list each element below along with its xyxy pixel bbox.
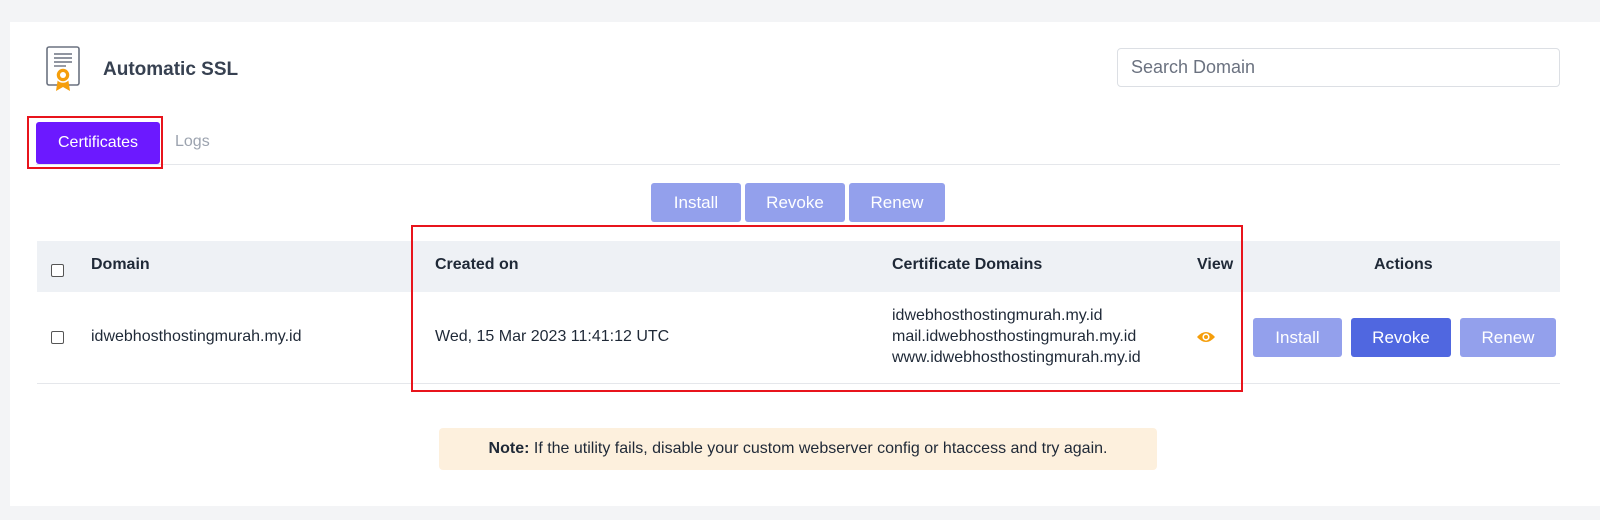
tab-certificates[interactable]: Certificates: [36, 122, 160, 164]
row-certificate-domain-3: www.idwebhosthostingmurah.my.id: [892, 349, 1141, 366]
column-header-created-on: Created on: [435, 256, 519, 273]
column-header-domain: Domain: [91, 256, 150, 273]
page-title: Automatic SSL: [103, 59, 239, 80]
row-created-on: Wed, 15 Mar 2023 11:41:12 UTC: [435, 328, 670, 345]
eye-icon[interactable]: [1196, 329, 1216, 345]
note-text: If the utility fails, disable your custo…: [529, 440, 1108, 457]
column-header-view: View: [1197, 256, 1234, 273]
select-all-checkbox[interactable]: [51, 264, 64, 277]
note-label: Note:: [488, 440, 530, 457]
row-divider: [37, 383, 1560, 384]
table-header: [37, 241, 1560, 292]
search-domain-input[interactable]: [1117, 48, 1560, 87]
row-domain: idwebhosthostingmurah.my.id: [91, 328, 302, 345]
certificate-icon: [46, 46, 80, 91]
tabs-divider: [36, 164, 1560, 165]
bulk-install-button[interactable]: Install: [651, 183, 741, 222]
note-banner: Note: If the utility fails, disable your…: [439, 428, 1157, 470]
column-header-certificate-domains: Certificate Domains: [892, 256, 1043, 273]
row-install-button[interactable]: Install: [1253, 318, 1342, 357]
row-renew-button[interactable]: Renew: [1460, 318, 1556, 357]
row-certificate-domain-2: mail.idwebhosthostingmurah.my.id: [892, 328, 1137, 345]
bulk-revoke-button[interactable]: Revoke: [745, 183, 845, 222]
row-checkbox[interactable]: [51, 331, 64, 344]
row-revoke-button[interactable]: Revoke: [1351, 318, 1451, 357]
bulk-renew-button[interactable]: Renew: [849, 183, 945, 222]
row-certificate-domain-1: idwebhosthostingmurah.my.id: [892, 307, 1103, 324]
column-header-actions: Actions: [1374, 256, 1433, 273]
tab-logs[interactable]: Logs: [175, 130, 210, 154]
